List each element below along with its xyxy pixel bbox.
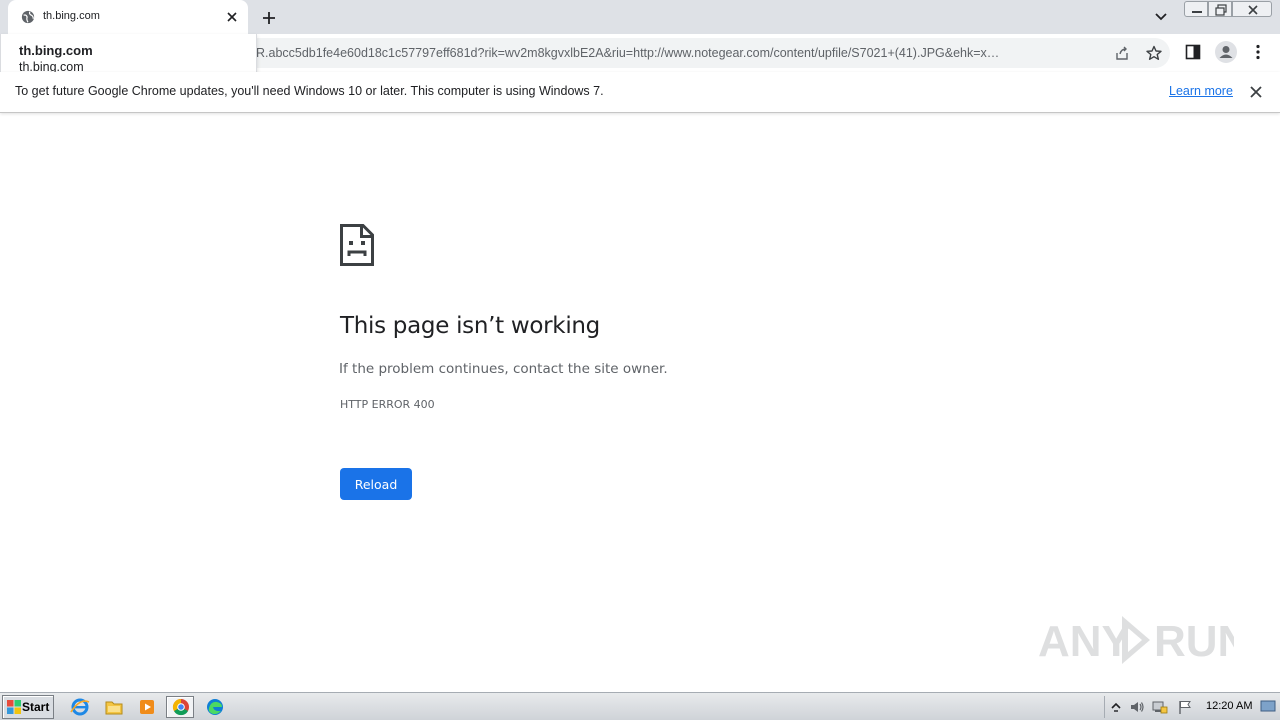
error-description: If the problem continues, contact the si…: [339, 361, 668, 377]
star-icon[interactable]: [1146, 45, 1162, 61]
update-infobar: To get future Google Chrome updates, you…: [0, 72, 1280, 113]
window-minimize-button[interactable]: [1184, 1, 1208, 17]
clock[interactable]: 12:20 AM: [1206, 700, 1252, 712]
suggestion-title: th.bing.com: [19, 43, 93, 58]
show-desktop-icon[interactable]: [1260, 698, 1276, 714]
profile-icon[interactable]: [1215, 41, 1237, 63]
file-explorer-icon: [105, 701, 123, 715]
address-bar[interactable]: R.abcc5db1fe4e60d18c1c57797eff681d?rik=w…: [240, 38, 1170, 68]
learn-more-link[interactable]: Learn more: [1169, 84, 1233, 98]
minimize-icon: [1192, 11, 1202, 13]
side-panel-icon[interactable]: [1185, 44, 1201, 60]
watermark-text-right: RUN: [1154, 617, 1234, 666]
close-icon: [1248, 5, 1258, 15]
watermark-text-left: ANY: [1038, 617, 1131, 666]
watermark-logo: ANY RUN: [1038, 610, 1249, 670]
share-icon[interactable]: [1114, 45, 1130, 61]
media-player-icon: [140, 700, 154, 714]
network-icon[interactable]: [1152, 699, 1168, 715]
tab-active[interactable]: th.bing.com: [8, 0, 248, 34]
taskbar-media-player[interactable]: [133, 696, 161, 718]
taskbar: Start 12:20 AM: [0, 692, 1280, 720]
tray-expand-icon[interactable]: [1108, 699, 1124, 715]
new-tab-plus-icon[interactable]: [259, 8, 279, 28]
window-close-button[interactable]: [1232, 1, 1272, 17]
chrome-icon: [172, 698, 189, 716]
tab-strip: th.bing.com: [0, 0, 1280, 34]
play-triangle-icon: [1122, 616, 1150, 664]
infobar-message: To get future Google Chrome updates, you…: [15, 84, 604, 98]
taskbar-internet-explorer[interactable]: [66, 696, 94, 718]
start-label: Start: [22, 700, 50, 714]
internet-explorer-icon: [70, 698, 90, 716]
more-menu-icon[interactable]: [1252, 44, 1264, 60]
edge-icon: [207, 699, 223, 715]
start-button[interactable]: Start: [2, 695, 54, 719]
window-restore-button[interactable]: [1208, 1, 1232, 17]
volume-icon[interactable]: [1129, 699, 1145, 715]
restore-icon: [1215, 4, 1227, 16]
reload-button[interactable]: Reload: [340, 468, 412, 500]
tray-separator: [1104, 696, 1105, 718]
chevron-down-icon[interactable]: [1152, 9, 1170, 25]
taskbar-file-explorer[interactable]: [100, 696, 128, 718]
infobar-close-icon[interactable]: [1248, 84, 1264, 100]
error-title: This page isn’t working: [340, 313, 600, 339]
tab-title: th.bing.com: [43, 10, 100, 22]
url-text[interactable]: R.abcc5db1fe4e60d18c1c57797eff681d?rik=w…: [256, 46, 1096, 60]
globe-icon: [21, 10, 35, 24]
error-code: HTTP ERROR 400: [340, 398, 435, 411]
taskbar-chrome[interactable]: [166, 696, 194, 718]
sad-page-icon: [340, 224, 374, 266]
tab-close-icon[interactable]: [224, 9, 240, 25]
action-center-flag-icon[interactable]: [1177, 699, 1193, 715]
watermark-graphic: ANY RUN: [1038, 616, 1249, 666]
taskbar-edge[interactable]: [201, 696, 229, 718]
windows-flag-icon: [7, 700, 21, 714]
